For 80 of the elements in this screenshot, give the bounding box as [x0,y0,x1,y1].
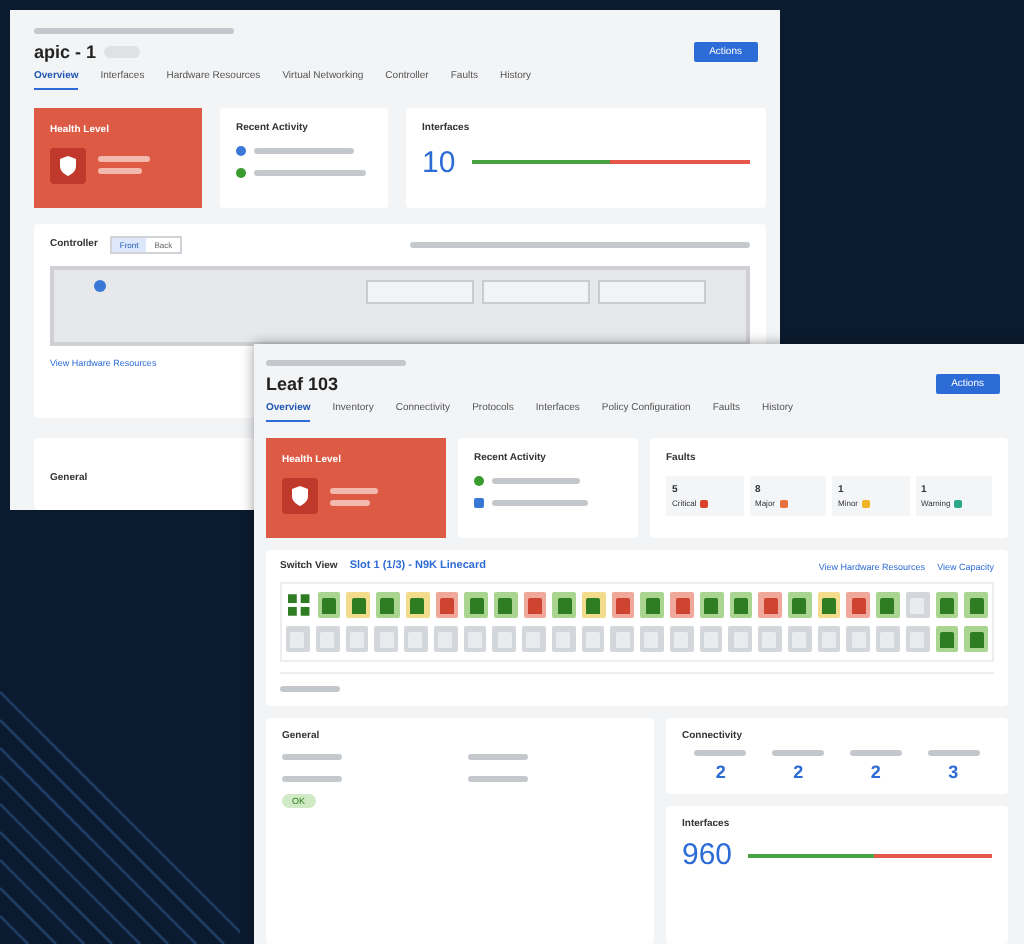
window-title: apic - 1 [34,41,97,62]
blurred-text [468,776,528,782]
switch-port[interactable] [464,592,488,618]
switch-port[interactable] [876,626,900,652]
switch-port[interactable] [699,626,723,652]
switch-port[interactable] [492,626,516,652]
blurred-text [280,685,340,691]
blurred-text [694,750,747,756]
switch-port[interactable] [670,592,694,618]
connection-count[interactable]: 2 [870,762,881,782]
switch-port[interactable] [493,592,518,618]
switch-port[interactable] [787,592,812,618]
info-icon [236,145,246,156]
switch-port[interactable] [551,626,575,652]
connection-count[interactable]: 2 [793,762,804,782]
window-title: Leaf 103 [266,374,339,394]
switch-port[interactable] [582,592,606,618]
switch-port[interactable] [374,626,398,652]
switch-port[interactable] [935,592,959,618]
switch-port[interactable] [905,626,929,652]
switch-port[interactable] [610,626,634,652]
switch-port[interactable] [433,626,457,652]
blurred-text [849,750,902,756]
blurred-text [98,156,150,163]
blurred-text [254,147,354,154]
grid-icon [288,594,310,616]
switch-port[interactable] [817,626,841,652]
switch-port[interactable] [787,626,811,652]
switch-port[interactable] [611,592,635,618]
switch-port[interactable] [463,626,487,652]
blurred-text [266,360,406,366]
switch-port[interactable] [581,626,605,652]
info-icon [474,498,484,508]
switch-port[interactable] [315,626,339,652]
switch-port[interactable] [404,626,428,652]
shield-icon [282,478,318,514]
switch-port[interactable] [905,592,929,618]
blurred-text [468,754,528,760]
interface-count: 10 [422,145,456,180]
blurred-text [772,750,825,756]
switch-port[interactable] [345,626,369,652]
switch-port[interactable] [699,592,724,618]
switch-port[interactable] [728,626,752,652]
switch-port[interactable] [935,626,959,652]
switch-port[interactable] [346,592,371,618]
blurred-text [492,478,580,484]
check-icon [236,167,246,178]
switch-port[interactable] [846,592,871,618]
connection-count[interactable]: 3 [948,762,959,782]
switch-port[interactable] [817,592,841,618]
switch-port[interactable] [758,592,782,618]
blurred-text [98,168,142,175]
switch-port[interactable] [405,592,430,618]
switch-port[interactable] [640,626,664,652]
switch-port[interactable] [758,626,782,652]
switch-port[interactable] [435,592,459,618]
switch-port[interactable] [286,626,310,652]
switch-port[interactable] [729,592,753,618]
interface-count: 960 [682,838,733,872]
switch-port[interactable] [522,626,546,652]
blurred-text [282,776,342,782]
switch-port[interactable] [317,592,341,618]
switch-port[interactable] [964,626,988,652]
switch-port[interactable] [876,592,900,618]
check-icon [474,476,484,486]
switch-port[interactable] [523,592,547,618]
blurred-text [282,754,342,760]
blurred-text [254,169,366,176]
blurred-text [330,499,370,505]
switch-port[interactable] [376,592,400,618]
switch-port[interactable] [669,626,693,652]
blurred-text [330,487,378,493]
switch-port[interactable] [552,592,577,618]
blurred-text [492,500,588,506]
switch-port[interactable] [846,626,870,652]
shield-icon [50,147,86,184]
switch-port[interactable] [964,592,988,618]
connection-count[interactable]: 2 [715,762,726,782]
switch-port[interactable] [640,592,665,618]
blurred-text [927,750,980,756]
